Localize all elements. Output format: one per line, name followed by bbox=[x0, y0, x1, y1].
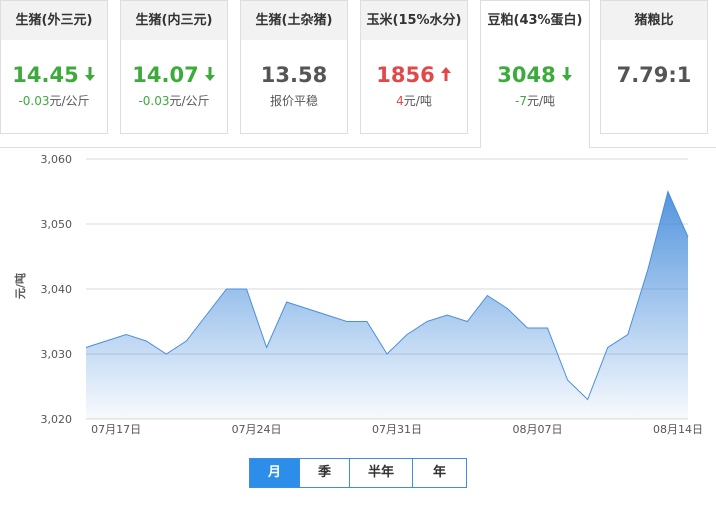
card-value-number: 13.58 bbox=[260, 63, 328, 87]
tab-month[interactable]: 月 bbox=[250, 459, 300, 487]
card-value: 1856 bbox=[361, 60, 467, 88]
data-point[interactable] bbox=[566, 379, 569, 382]
card-change: 报价平稳 bbox=[241, 92, 347, 109]
data-point[interactable] bbox=[205, 314, 208, 317]
data-point[interactable] bbox=[345, 320, 348, 323]
card-soymeal[interactable]: 豆粕(43%蛋白) 3048 -7元/吨 bbox=[480, 0, 590, 148]
data-point[interactable] bbox=[85, 346, 88, 349]
card-change-value: 4 bbox=[396, 94, 404, 108]
card-value: 7.79:1 bbox=[601, 60, 707, 88]
card-value-number: 14.07 bbox=[132, 63, 199, 87]
card-title: 豆粕(43%蛋白) bbox=[481, 1, 589, 40]
card-change-value: -7 bbox=[514, 94, 527, 108]
tab-quarter[interactable]: 季 bbox=[300, 459, 350, 487]
card-change-unit: 元/公斤 bbox=[169, 94, 210, 108]
card-value-number: 7.79:1 bbox=[616, 63, 692, 87]
card-pig-outer[interactable]: 生猪(外三元) 14.45 -0.03元/公斤 bbox=[0, 0, 108, 134]
y-tick-labels: 3,020 3,030 3,040 3,050 3,060 bbox=[41, 153, 73, 426]
arrow-down-icon bbox=[204, 61, 216, 89]
data-point[interactable] bbox=[666, 190, 669, 193]
data-point[interactable] bbox=[446, 314, 449, 317]
card-value-number: 1856 bbox=[376, 63, 435, 87]
card-pig-grain-ratio[interactable]: 猪粮比 7.79:1 bbox=[600, 0, 708, 134]
card-title: 生猪(内三元) bbox=[121, 1, 227, 40]
data-point[interactable] bbox=[125, 333, 128, 336]
card-change-value: -0.03 bbox=[18, 94, 50, 108]
card-change: -0.03元/公斤 bbox=[1, 92, 107, 109]
data-point[interactable] bbox=[105, 340, 108, 343]
data-point[interactable] bbox=[165, 353, 168, 356]
data-point[interactable] bbox=[325, 314, 328, 317]
data-point[interactable] bbox=[365, 320, 368, 323]
chart-panel: 3,020 3,030 3,040 3,050 3,060 07月17日 07月24日 07… bbox=[0, 147, 716, 505]
data-point[interactable] bbox=[185, 340, 188, 343]
data-point[interactable] bbox=[506, 307, 509, 310]
y-tick-label: 3,050 bbox=[41, 218, 73, 231]
data-point[interactable] bbox=[305, 307, 308, 310]
card-title: 生猪(土杂猪) bbox=[241, 1, 347, 40]
card-title: 玉米(15%水分) bbox=[361, 1, 467, 40]
card-value: 14.45 bbox=[1, 60, 107, 88]
card-change-unit: 元/吨 bbox=[403, 94, 432, 108]
price-cards: 生猪(外三元) 14.45 -0.03元/公斤 生猪(内三元) 14.07 -0… bbox=[0, 0, 716, 148]
data-point[interactable] bbox=[245, 288, 248, 291]
y-tick-label: 3,020 bbox=[41, 413, 73, 426]
data-point[interactable] bbox=[265, 346, 268, 349]
y-tick-label: 3,030 bbox=[41, 348, 73, 361]
card-change: -0.03元/公斤 bbox=[121, 92, 227, 109]
card-title: 生猪(外三元) bbox=[1, 1, 107, 40]
x-tick-label: 08月14日 bbox=[653, 423, 703, 436]
y-tick-label: 3,060 bbox=[41, 153, 73, 166]
card-pig-inner[interactable]: 生猪(内三元) 14.07 -0.03元/公斤 bbox=[120, 0, 228, 134]
data-point[interactable] bbox=[626, 333, 629, 336]
tab-half-year[interactable]: 半年 bbox=[350, 459, 413, 487]
data-point[interactable] bbox=[546, 327, 549, 330]
y-tick-label: 3,040 bbox=[41, 283, 73, 296]
card-change-unit: 报价平稳 bbox=[269, 94, 318, 108]
x-tick-label: 08月07日 bbox=[513, 423, 563, 436]
x-tick-label: 07月24日 bbox=[232, 423, 282, 436]
data-point[interactable] bbox=[526, 327, 529, 330]
card-title: 猪粮比 bbox=[601, 1, 707, 40]
card-value: 3048 bbox=[481, 60, 589, 88]
series-area-fill bbox=[86, 191, 688, 419]
tab-year[interactable]: 年 bbox=[413, 459, 466, 487]
card-pig-local[interactable]: 生猪(土杂猪) 13.58 报价平稳 bbox=[240, 0, 348, 134]
card-change-value: -0.03 bbox=[138, 94, 170, 108]
data-point[interactable] bbox=[145, 340, 148, 343]
range-tabs: 月 季 半年 年 bbox=[249, 458, 467, 488]
x-tick-label: 07月17日 bbox=[91, 423, 141, 436]
data-point[interactable] bbox=[285, 301, 288, 304]
price-area-chart: 3,0203,0303,0403,0503,060 07月17日 07月24日 07… bbox=[13, 153, 703, 436]
data-point[interactable] bbox=[225, 288, 228, 291]
arrow-down-icon bbox=[561, 61, 573, 89]
x-tick-label: 07月31日 bbox=[372, 423, 422, 436]
data-point[interactable] bbox=[386, 353, 389, 356]
x-tick-labels: 07月17日 07月24日 07月31日 08月07日 08月14日 bbox=[91, 423, 703, 436]
card-value: 14.07 bbox=[121, 60, 227, 88]
card-value-number: 3048 bbox=[497, 63, 556, 87]
data-point[interactable] bbox=[646, 268, 649, 271]
card-value-number: 14.45 bbox=[12, 63, 79, 87]
card-change: 4元/吨 bbox=[361, 92, 467, 109]
card-change: -7元/吨 bbox=[481, 92, 589, 109]
data-point[interactable] bbox=[426, 320, 429, 323]
arrow-up-icon bbox=[440, 61, 452, 89]
card-value: 13.58 bbox=[241, 60, 347, 88]
card-change-unit: 元/公斤 bbox=[49, 94, 90, 108]
card-change-unit: 元/吨 bbox=[526, 94, 555, 108]
data-point[interactable] bbox=[687, 236, 690, 239]
data-point[interactable] bbox=[486, 294, 489, 297]
card-corn[interactable]: 玉米(15%水分) 1856 4元/吨 bbox=[360, 0, 468, 134]
data-point[interactable] bbox=[606, 346, 609, 349]
data-point[interactable] bbox=[586, 398, 589, 401]
data-point[interactable] bbox=[466, 320, 469, 323]
data-point[interactable] bbox=[406, 333, 409, 336]
y-axis-label: 元/吨 bbox=[13, 273, 27, 299]
arrow-down-icon bbox=[84, 61, 96, 89]
